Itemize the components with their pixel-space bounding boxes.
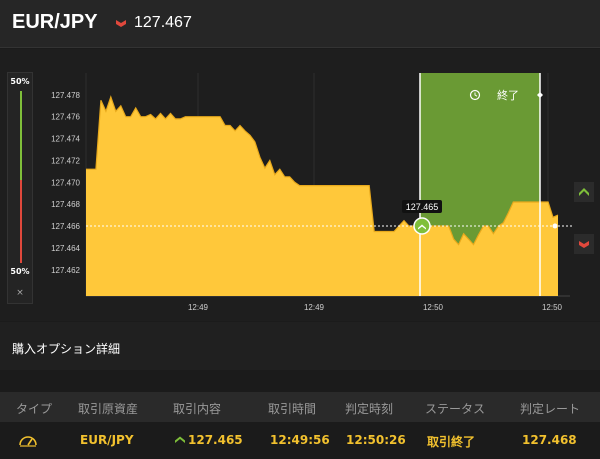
price-chart: 127.478 127.476 127.474 127.472 127.470 127.4… (51, 73, 572, 312)
table-row[interactable]: EUR/JPY 127.465 12:49:56 12:50:26 取引終了 1… (0, 422, 600, 458)
x-tick-label: 12:49 (188, 303, 209, 312)
y-tick-label: 127.462 (51, 266, 80, 275)
y-tick-label: 127.472 (51, 157, 80, 166)
x-axis-labels: 12:49 12:49 12:50 12:50 (188, 303, 563, 312)
down-arrow-icon (579, 241, 589, 248)
row-asset: EUR/JPY (80, 433, 134, 447)
col-type: タイプ (16, 402, 53, 416)
entry-price-label: 127.465 (406, 202, 439, 212)
col-content: 取引内容 (173, 402, 222, 416)
y-tick-label: 127.464 (51, 244, 80, 253)
row-content: 127.465 (175, 433, 243, 447)
row-status: 取引終了 (427, 435, 476, 449)
x-tick-label: 12:50 (542, 303, 563, 312)
put-button[interactable] (574, 234, 594, 254)
section-title: 購入オプション詳細 (12, 342, 121, 356)
y-tick-label: 127.466 (51, 222, 80, 231)
y-tick-label: 127.478 (51, 91, 80, 100)
col-asset: 取引原資産 (78, 402, 139, 416)
expiry-text: 終了 (497, 88, 519, 102)
col-judge-time: 判定時刻 (345, 402, 394, 416)
up-arrow-icon (579, 188, 589, 196)
y-axis-labels: 127.478 127.476 127.474 127.472 127.470 127.4… (51, 91, 80, 275)
gauge-icon (19, 436, 37, 447)
col-trade-time: 取引時間 (268, 402, 317, 416)
x-tick-label: 12:50 (423, 303, 444, 312)
call-button[interactable] (574, 182, 594, 202)
current-price-dot (552, 223, 558, 229)
y-tick-label: 127.470 (51, 178, 80, 187)
col-status: ステータス (425, 402, 486, 416)
up-arrow-icon (175, 436, 185, 443)
row-judge-time: 12:50:26 (346, 433, 406, 447)
row-judge-rate: 127.468 (522, 433, 577, 447)
y-tick-label: 127.468 (51, 200, 80, 209)
options-table: タイプ 取引原資産 取引内容 取引時間 判定時刻 ステータス 判定レート EUR… (0, 392, 600, 458)
y-tick-label: 127.474 (51, 135, 80, 144)
row-trade-time: 12:49:56 (270, 433, 330, 447)
y-tick-label: 127.476 (51, 113, 80, 122)
col-judge-rate: 判定レート (520, 402, 581, 416)
table-header: タイプ 取引原資産 取引内容 取引時間 判定時刻 ステータス 判定レート (0, 392, 600, 422)
row-content-value: 127.465 (188, 433, 243, 447)
x-tick-label: 12:49 (304, 303, 325, 312)
